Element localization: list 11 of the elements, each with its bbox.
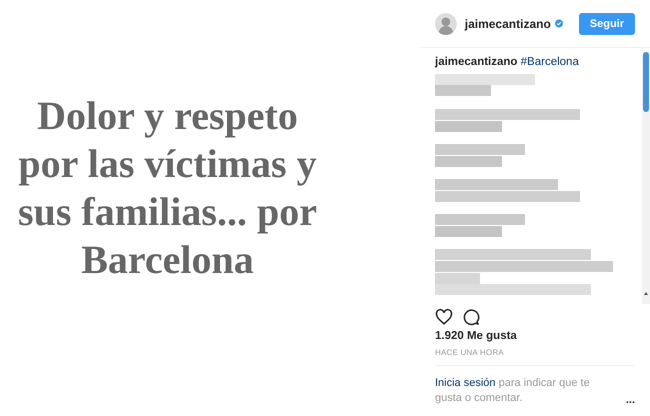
- caption: jaimecantizano #Barcelona: [435, 56, 580, 68]
- post-time: HACE UNA HORA: [434, 347, 505, 359]
- comment-icon[interactable]: [462, 308, 480, 326]
- post-image-text: Dolor y respeto por las víctimas y sus familias... por Barcelona: [17, 92, 318, 284]
- username[interactable]: jaimecantizano: [464, 16, 551, 30]
- more-options[interactable]: ...: [626, 394, 635, 406]
- login-link[interactable]: Inicia sesión: [435, 377, 496, 389]
- heart-icon[interactable]: [435, 308, 453, 326]
- likes-count[interactable]: 1.920 Me gusta: [420, 330, 650, 342]
- scrollbar[interactable]: [642, 52, 650, 304]
- login-prompt: Inicia sesión para indicar que te gusta o comentar.: [435, 376, 591, 406]
